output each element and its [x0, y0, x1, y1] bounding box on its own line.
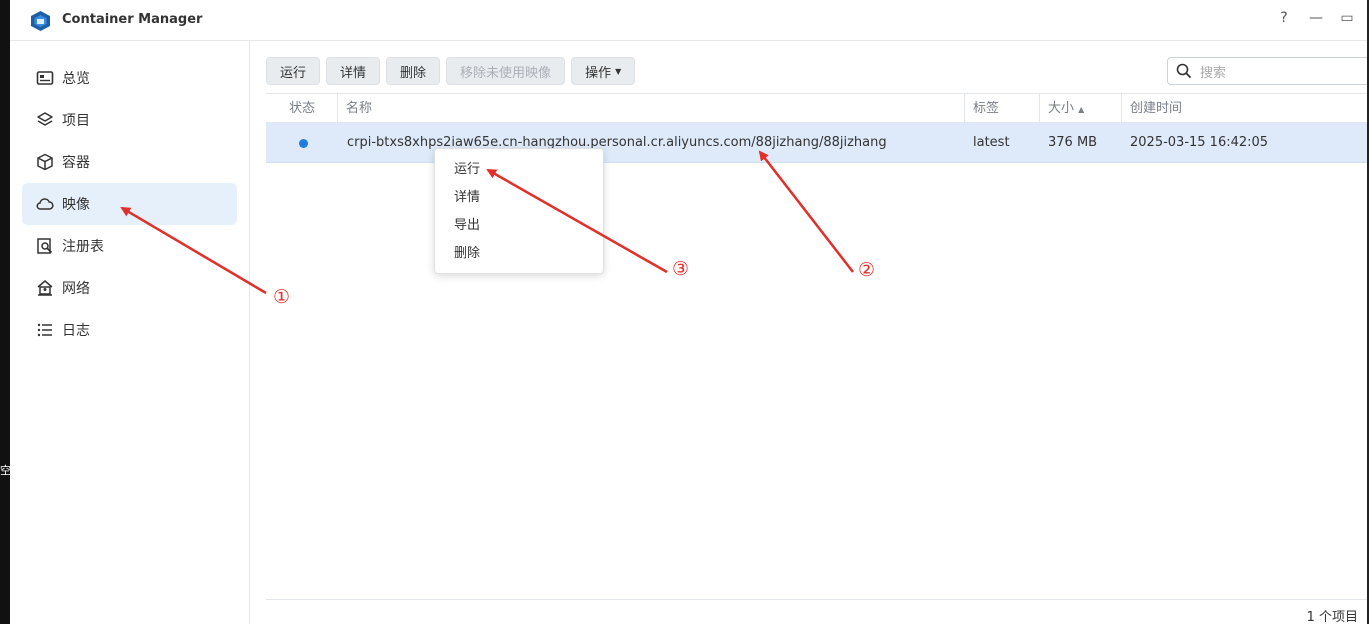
item-count: 1 个项目	[1306, 610, 1358, 624]
sidebar-item-label: 总览	[62, 71, 90, 87]
header-size-label: 大小	[1048, 101, 1075, 116]
minimize-button[interactable]: —	[1306, 10, 1326, 26]
sidebar-item-overview[interactable]: 总览	[22, 57, 237, 99]
header-status[interactable]: 状态	[266, 94, 338, 123]
context-menu: 运行 详情 导出 删除	[434, 148, 604, 274]
annotation-label-1: ①	[273, 286, 291, 308]
title-bar: Container Manager ? — ▭	[10, 0, 1367, 41]
context-menu-delete[interactable]: 删除	[435, 240, 603, 268]
search-input[interactable]: 搜索	[1167, 57, 1367, 85]
sidebar-item-label: 项目	[62, 113, 90, 129]
details-button[interactable]: 详情	[326, 57, 381, 85]
maximize-button[interactable]: ▭	[1337, 10, 1357, 26]
overview-icon	[36, 71, 54, 85]
desktop-edge: 空	[0, 0, 11, 624]
actions-label: 操作	[585, 65, 612, 81]
status-dot-icon	[299, 139, 308, 148]
annotation-label-2: ②	[858, 259, 876, 281]
images-table: 状态 名称 标签 大小 ▲ 创建时间 crpi-btxs8xhps2iaw65e…	[266, 93, 1367, 163]
header-size[interactable]: 大小 ▲	[1040, 94, 1122, 123]
table-footer: 1 个项目	[266, 599, 1367, 624]
sidebar-item-registry[interactable]: 注册表	[22, 225, 237, 267]
context-menu-details[interactable]: 详情	[435, 184, 603, 212]
table-row[interactable]: crpi-btxs8xhps2iaw65e.cn-hangzhou.person…	[266, 123, 1367, 163]
annotation-label-3: ③	[672, 258, 690, 280]
cell-size: 376 MB	[1048, 135, 1098, 150]
run-button[interactable]: 运行	[266, 57, 321, 85]
list-icon	[37, 323, 52, 337]
cell-tag: latest	[973, 135, 1010, 150]
cell-created: 2025-03-15 16:42:05	[1130, 135, 1269, 150]
delete-button[interactable]: 删除	[386, 57, 441, 85]
cloud-icon	[36, 198, 54, 210]
header-tag[interactable]: 标签	[965, 94, 1040, 123]
sort-asc-icon: ▲	[1078, 105, 1085, 114]
network-icon	[37, 280, 53, 296]
main-content: 运行 详情 删除 移除未使用映像 操作 ▼ 搜索 状态 名称 标签 大小 ▲ 创建…	[250, 41, 1367, 624]
container-manager-logo-icon	[31, 11, 50, 31]
help-button[interactable]: ?	[1274, 10, 1294, 26]
box-icon	[37, 153, 53, 171]
header-created[interactable]: 创建时间	[1122, 94, 1367, 123]
sidebar-item-label: 容器	[62, 155, 90, 171]
search-icon	[1176, 63, 1192, 79]
table-header: 状态 名称 标签 大小 ▲ 创建时间	[266, 93, 1367, 123]
header-name[interactable]: 名称	[338, 94, 965, 123]
sidebar-item-images[interactable]: 映像	[22, 183, 237, 225]
cell-name: crpi-btxs8xhps2iaw65e.cn-hangzhou.person…	[347, 135, 887, 150]
sidebar-item-label: 网络	[62, 281, 90, 297]
registry-icon	[37, 238, 53, 254]
sidebar-item-label: 日志	[62, 323, 90, 339]
sidebar: 总览 项目 容器 映像 注册表 网络 日志	[10, 41, 250, 624]
search-placeholder: 搜索	[1200, 65, 1227, 81]
sidebar-item-label: 注册表	[62, 239, 104, 255]
remove-unused-images-button[interactable]: 移除未使用映像	[446, 57, 566, 85]
caret-down-icon: ▼	[615, 66, 622, 76]
actions-dropdown[interactable]: 操作 ▼	[571, 57, 636, 85]
sidebar-item-logs[interactable]: 日志	[22, 309, 237, 351]
context-menu-run[interactable]: 运行	[435, 156, 603, 184]
sidebar-item-projects[interactable]: 项目	[22, 99, 237, 141]
context-menu-export[interactable]: 导出	[435, 212, 603, 240]
app-title: Container Manager	[62, 12, 203, 27]
sidebar-item-network[interactable]: 网络	[22, 267, 237, 309]
toolbar: 运行 详情 删除 移除未使用映像 操作 ▼	[266, 57, 636, 85]
app-window: Container Manager ? — ▭ 总览 项目 容器 映像 注册表 …	[10, 0, 1367, 624]
sidebar-item-containers[interactable]: 容器	[22, 141, 237, 183]
sidebar-item-label: 映像	[62, 197, 90, 213]
layers-icon	[37, 112, 53, 126]
